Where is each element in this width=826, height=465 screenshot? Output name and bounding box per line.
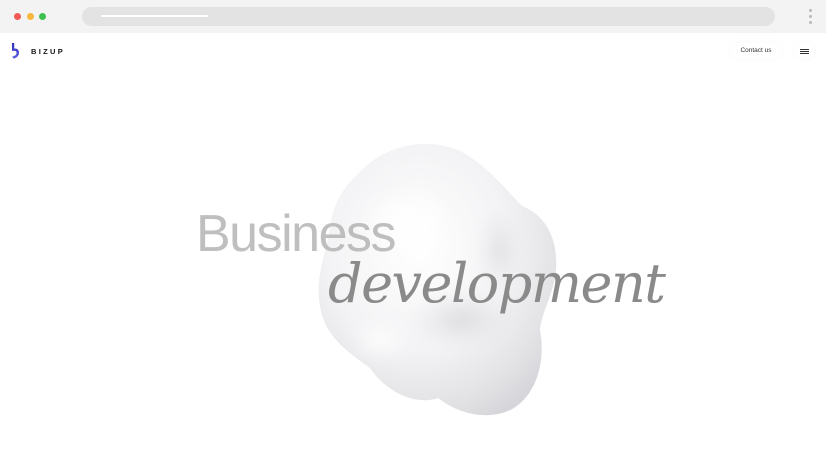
minimize-window-button[interactable] <box>27 13 34 20</box>
site-logo[interactable]: BIZUP <box>11 43 65 59</box>
kebab-menu-icon[interactable] <box>808 9 814 25</box>
browser-chrome <box>0 0 826 33</box>
hero-title-line2: development <box>328 252 666 315</box>
hamburger-menu-icon[interactable] <box>795 43 815 59</box>
address-bar[interactable] <box>82 7 775 26</box>
browser-window: BIZUP Contact us Business development <box>0 0 826 465</box>
maximize-window-button[interactable] <box>39 13 46 20</box>
brand-name: BIZUP <box>31 46 65 56</box>
contact-us-button[interactable]: Contact us <box>731 43 781 59</box>
address-bar-url-placeholder <box>101 15 208 17</box>
bizup-logo-icon <box>12 43 19 59</box>
close-window-button[interactable] <box>14 13 21 20</box>
